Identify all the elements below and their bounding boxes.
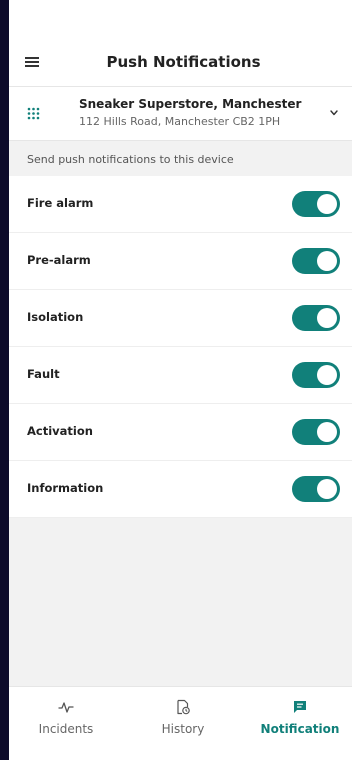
panel-grid-icon (27, 107, 40, 120)
notification-label: Pre-alarm (27, 253, 91, 267)
isolation-toggle[interactable] (292, 305, 340, 331)
app-screen: Push Notifications Sneaker Superstore, M… (9, 0, 352, 760)
notification-label: Isolation (27, 310, 84, 324)
notification-label: Information (27, 481, 104, 495)
bottom-navigation: Incidents History Notification (9, 686, 352, 760)
site-selector[interactable]: Sneaker Superstore, Manchester 112 Hills… (9, 87, 352, 141)
information-toggle[interactable] (292, 476, 340, 502)
fault-toggle[interactable] (292, 362, 340, 388)
pre-alarm-toggle[interactable] (292, 248, 340, 274)
pulse-icon (58, 702, 74, 713)
nav-tab-history[interactable]: History (128, 687, 238, 760)
notification-label: Fault (27, 367, 60, 381)
notification-settings-list: Fire alarm Pre-alarm Isolation Fault Act… (9, 176, 352, 518)
toggle-knob (317, 479, 337, 499)
section-label: Send push notifications to this device (27, 153, 234, 166)
fire-alarm-toggle[interactable] (292, 191, 340, 217)
history-document-icon (177, 699, 190, 715)
nav-tab-incidents[interactable]: Incidents (11, 687, 121, 760)
notification-label: Activation (27, 424, 93, 438)
notification-row-information: Information (9, 461, 352, 518)
site-name: Sneaker Superstore, Manchester (79, 97, 302, 111)
notification-row-pre-alarm: Pre-alarm (9, 233, 352, 290)
notification-row-activation: Activation (9, 404, 352, 461)
toggle-knob (317, 365, 337, 385)
notification-row-isolation: Isolation (9, 290, 352, 347)
toggle-knob (317, 251, 337, 271)
toggle-knob (317, 308, 337, 328)
chat-bubble-icon (294, 701, 306, 713)
nav-tab-notification[interactable]: Notification (245, 687, 352, 760)
activation-toggle[interactable] (292, 419, 340, 445)
notification-label: Fire alarm (27, 196, 94, 210)
notification-row-fire-alarm: Fire alarm (9, 176, 352, 233)
nav-label-incidents: Incidents (38, 722, 94, 736)
site-address: 112 Hills Road, Manchester CB2 1PH (79, 115, 281, 128)
notification-row-fault: Fault (9, 347, 352, 404)
chevron-down-icon[interactable] (328, 108, 340, 118)
toggle-knob (317, 194, 337, 214)
nav-label-notification: Notification (260, 722, 340, 736)
nav-label-history: History (161, 722, 205, 736)
app-header: Push Notifications (9, 40, 352, 87)
status-bar (9, 0, 352, 40)
page-title: Push Notifications (106, 53, 261, 71)
toggle-knob (317, 422, 337, 442)
